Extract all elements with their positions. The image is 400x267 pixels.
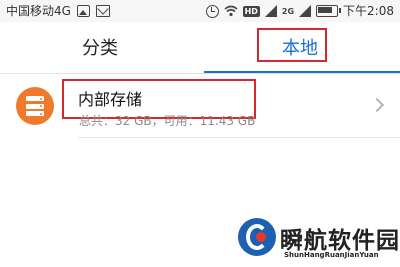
watermark-pinyin: ShunHangRuanJianYuan [284, 251, 379, 259]
watermark-name: 瞬航软件园 [280, 228, 400, 254]
image-notification-icon [76, 5, 90, 17]
alarm-icon [205, 4, 219, 18]
list-divider [78, 137, 400, 138]
storage-capacity-text: 总共：32 GB，可用：11.43 GB [79, 114, 256, 128]
clock: 下午2:08 [343, 4, 394, 18]
tab-category[interactable]: 分类 [0, 22, 200, 72]
wifi-icon [224, 5, 238, 17]
hd-voice-icon: HD [242, 5, 260, 17]
tab-divider [0, 73, 400, 74]
tab-local-annotation-box [257, 28, 327, 62]
tab-bar: 分类 本地 [0, 22, 400, 74]
chevron-right-icon [369, 97, 385, 113]
carrier-label: 中国移动4G [6, 4, 71, 18]
network-type-icon: 2G [281, 6, 295, 16]
status-bar: 中国移动4G HD 2G 下午2:08 [0, 0, 400, 22]
watermark-logo-icon [238, 218, 276, 256]
site-watermark: 瞬航软件园 ShunHangRuanJianYuan [232, 212, 400, 267]
signal-2-icon [299, 5, 312, 17]
mail-notification-icon [95, 5, 110, 17]
internal-storage-item[interactable]: 内部存储 总共：32 GB，可用：11.43 GB [0, 76, 400, 138]
battery-icon [316, 5, 342, 17]
signal-icon [264, 5, 277, 17]
storage-icon [16, 87, 54, 125]
